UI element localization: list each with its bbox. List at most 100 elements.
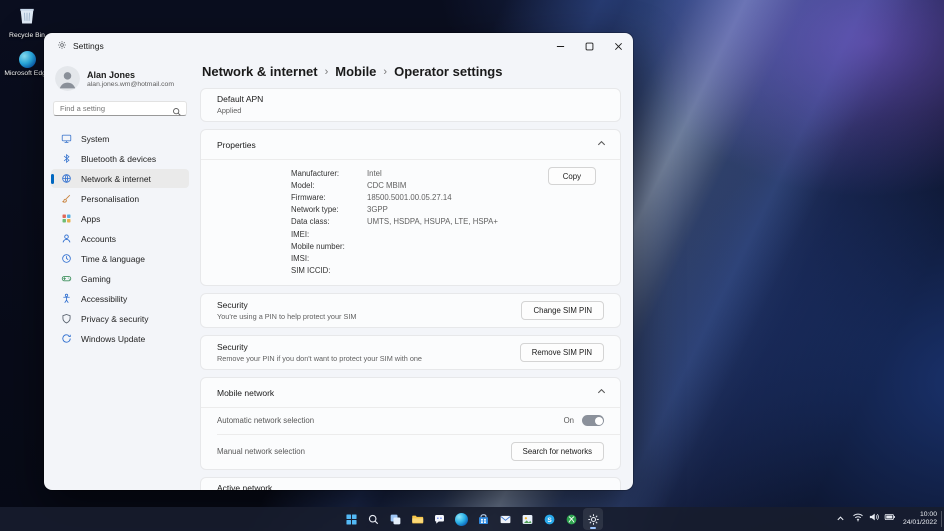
skype-icon[interactable]: S	[539, 508, 559, 530]
settings-sidebar: Alan Jones alan.jones.wm@hotmail.com Sys…	[44, 59, 196, 490]
sidebar-item-gaming[interactable]: Gaming	[51, 269, 189, 288]
security-change-pin-text: Security You're using a PIN to help prot…	[217, 299, 357, 321]
system-icon	[61, 133, 72, 144]
sidebar-item-apps[interactable]: Apps	[51, 209, 189, 228]
default-apn-status: Applied	[217, 106, 242, 115]
breadcrumb-separator: ›	[383, 65, 388, 78]
sidebar-item-time-language[interactable]: Time & language	[51, 249, 189, 268]
sidebar-item-label: Time & language	[81, 253, 145, 264]
user-name: Alan Jones	[87, 69, 136, 80]
automatic-network-row: Automatic network selection On	[201, 408, 620, 434]
close-button[interactable]	[604, 33, 633, 59]
property-row: IMEI:	[291, 229, 310, 239]
change-sim-pin-button[interactable]: Change SIM PIN	[521, 300, 604, 320]
manual-network-label: Manual network selection	[217, 447, 305, 457]
sidebar-item-personalisation[interactable]: Personalisation	[51, 189, 189, 208]
task-view-icon[interactable]	[385, 508, 405, 530]
breadcrumb-separator: ›	[324, 65, 329, 78]
accessibility-icon	[61, 293, 72, 304]
property-row: Firmware: 18500.5001.00.05.27.14	[291, 192, 452, 202]
file-explorer-icon[interactable]	[407, 508, 427, 530]
settings-search[interactable]	[53, 101, 187, 116]
edge-taskbar-icon[interactable]	[451, 508, 471, 530]
mail-icon[interactable]	[495, 508, 515, 530]
microsoft-store-icon[interactable]	[473, 508, 493, 530]
settings-gear-icon	[57, 40, 67, 52]
properties-card: Properties Manufacturer: Intel Model: CD…	[200, 129, 621, 286]
chevron-up-icon[interactable]	[596, 384, 607, 402]
property-row: IMSI:	[291, 253, 310, 263]
sidebar-item-bluetooth-devices[interactable]: Bluetooth & devices	[51, 149, 189, 168]
toggle-knob	[594, 416, 603, 425]
accounts-icon	[61, 233, 72, 244]
sidebar-item-accessibility[interactable]: Accessibility	[51, 289, 189, 308]
properties-body: Manufacturer: Intel Model: CDC MBIM Firm…	[201, 160, 620, 285]
sidebar-item-label: Windows Update	[81, 333, 146, 344]
mobile-network-header[interactable]: Mobile network	[201, 378, 620, 407]
property-row: SIM ICCID:	[291, 266, 331, 276]
system-tray: 10:00 24/01/2022	[836, 507, 937, 531]
wifi-icon	[852, 510, 864, 528]
sidebar-nav: System Bluetooth & devices Network & int…	[51, 129, 189, 348]
mobile-network-card: Mobile network Automatic network selecti…	[200, 376, 621, 470]
xbox-icon[interactable]	[561, 508, 581, 530]
sidebar-item-label: Apps	[81, 213, 101, 224]
sidebar-item-network-internet[interactable]: Network & internet	[51, 169, 189, 188]
properties-title: Properties	[217, 140, 256, 150]
desktop-icon-label: Microsoft Edge	[4, 70, 50, 77]
sidebar-item-label: System	[81, 133, 110, 144]
taskbar-clock[interactable]: 10:00 24/01/2022	[903, 511, 937, 528]
user-email: alan.jones.wm@hotmail.com	[87, 80, 174, 88]
sidebar-item-windows-update[interactable]: Windows Update	[51, 329, 189, 348]
privacy-shield-icon	[61, 313, 72, 324]
sidebar-item-accounts[interactable]: Accounts	[51, 229, 189, 248]
tray-status-icons[interactable]	[852, 510, 896, 528]
desktop-icon-label: Recycle Bin	[9, 32, 45, 39]
photos-icon[interactable]	[517, 508, 537, 530]
sidebar-item-system[interactable]: System	[51, 129, 189, 148]
tray-chevron-up-icon[interactable]	[836, 510, 845, 528]
titlebar-app-identity: Settings	[57, 40, 104, 52]
desktop: Recycle Bin Microsoft Edge Settings Alan…	[0, 0, 944, 531]
security-change-pin-card: Security You're using a PIN to help prot…	[200, 292, 621, 328]
clock-time: 10:00	[919, 510, 937, 518]
sidebar-item-label: Accounts	[81, 233, 116, 244]
user-account[interactable]: Alan Jones alan.jones.wm@hotmail.com	[51, 59, 189, 101]
avatar	[55, 66, 80, 91]
copy-button[interactable]: Copy	[547, 167, 596, 185]
search-for-networks-button[interactable]: Search for networks	[510, 442, 604, 462]
breadcrumb-network-internet[interactable]: Network & internet	[202, 64, 318, 79]
edge-icon	[454, 512, 468, 526]
recycle-bin-shortcut[interactable]: Recycle Bin	[4, 5, 50, 40]
automatic-network-toggle[interactable]	[582, 415, 604, 427]
sidebar-item-privacy-security[interactable]: Privacy & security	[51, 309, 189, 328]
manual-network-row: Manual network selection Search for netw…	[201, 435, 620, 469]
search-taskbar-icon[interactable]	[363, 508, 383, 530]
toggle-state-label: On	[563, 416, 574, 426]
titlebar[interactable]: Settings	[44, 33, 633, 59]
edge-icon	[18, 51, 36, 68]
active-network-title: Active network	[217, 482, 273, 490]
taskbar: S 10:00 24/01/2022	[0, 507, 944, 531]
time-language-icon	[61, 253, 72, 264]
apps-icon	[61, 213, 72, 224]
automatic-network-label: Automatic network selection	[217, 416, 315, 426]
personalisation-icon	[61, 193, 72, 204]
search-input[interactable]	[54, 104, 186, 113]
user-identity: Alan Jones alan.jones.wm@hotmail.com	[87, 70, 174, 88]
sidebar-item-label: Personalisation	[81, 193, 140, 204]
maximize-button[interactable]	[575, 33, 604, 59]
breadcrumb-mobile[interactable]: Mobile	[335, 64, 376, 79]
remove-sim-pin-button[interactable]: Remove SIM PIN	[519, 342, 604, 362]
window-controls	[546, 33, 633, 59]
bluetooth-icon	[61, 153, 72, 164]
breadcrumb: Network & internet › Mobile › Operator s…	[202, 64, 621, 79]
minimize-button[interactable]	[546, 33, 575, 59]
sidebar-item-label: Bluetooth & devices	[81, 153, 157, 164]
gaming-icon	[61, 273, 72, 284]
chevron-up-icon[interactable]	[596, 136, 607, 154]
chat-icon[interactable]	[429, 508, 449, 530]
properties-header[interactable]: Properties	[201, 130, 620, 159]
start-button[interactable]	[341, 508, 361, 530]
settings-taskbar-icon[interactable]	[583, 508, 603, 530]
